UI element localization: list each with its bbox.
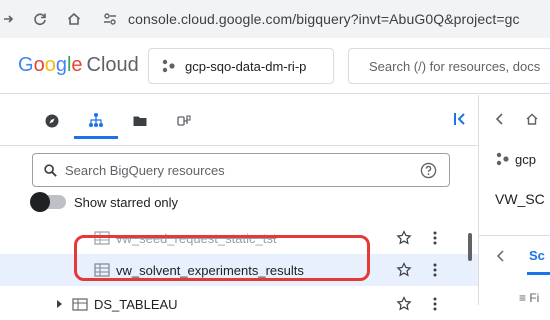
global-search-placeholder: Search (/) for resources, docs: [369, 58, 541, 74]
address-bar-url[interactable]: console.cloud.google.com/bigquery?invt=A…: [128, 11, 520, 27]
expand-arrow-icon[interactable]: [54, 299, 64, 309]
more-options-icon[interactable]: [432, 296, 438, 312]
details-title: VW_SC: [495, 191, 545, 207]
star-icon[interactable]: [396, 262, 412, 278]
browser-toolbar: console.cloud.google.com/bigquery?invt=A…: [0, 0, 550, 38]
chevron-left-icon[interactable]: [495, 249, 507, 263]
folder-icon[interactable]: [118, 103, 162, 139]
pipelines-icon[interactable]: [162, 103, 206, 139]
explorer-tabs: [30, 103, 206, 139]
back-arrow-icon[interactable]: [493, 112, 507, 126]
details-project-name: gcp: [515, 151, 536, 167]
home-icon[interactable]: [62, 7, 86, 31]
explorer-tree-icon[interactable]: [74, 103, 118, 139]
collapse-panel-icon[interactable]: [450, 109, 470, 129]
show-starred-toggle-row[interactable]: Show starred only: [30, 191, 179, 213]
google-cloud-logo[interactable]: Google Cloud: [18, 54, 139, 77]
show-starred-label: Show starred only: [74, 194, 179, 210]
star-icon[interactable]: [396, 230, 412, 246]
help-icon[interactable]: [420, 162, 437, 179]
resource-search-input[interactable]: Search BigQuery resources: [32, 153, 450, 187]
toggle-knob: [30, 192, 50, 212]
search-icon: [44, 163, 57, 177]
home-icon[interactable]: [525, 112, 539, 126]
resource-search-placeholder: Search BigQuery resources: [65, 162, 225, 178]
annotation-highlight: [74, 235, 370, 281]
reload-icon[interactable]: [28, 7, 52, 31]
project-icon: [162, 59, 175, 73]
filter-label[interactable]: ≡ Fi: [519, 291, 539, 305]
dataset-name: DS_TABLEAU: [94, 296, 178, 312]
star-icon[interactable]: [396, 296, 412, 312]
details-toolbar: [479, 95, 550, 143]
details-panel: gcp VW_SC Sc ≡ Fi: [478, 95, 550, 305]
active-tab-indicator: [527, 272, 550, 275]
tab-schema[interactable]: Sc: [529, 248, 545, 263]
global-search-input[interactable]: Search (/) for resources, docs: [348, 48, 550, 84]
project-picker-button[interactable]: gcp-sqo-data-dm-ri-p: [148, 48, 334, 84]
explorer-panel: Search BigQuery resources Show starred o…: [0, 95, 478, 312]
list-item-content: DS_TABLEAU: [54, 297, 178, 312]
details-tabs: Sc: [479, 235, 550, 275]
divider: [0, 145, 478, 146]
list-item[interactable]: DS_TABLEAU: [0, 288, 478, 320]
compass-icon[interactable]: [30, 103, 74, 139]
scrollbar-thumb[interactable]: [468, 233, 472, 261]
site-settings-icon[interactable]: [98, 7, 122, 31]
project-name: gcp-sqo-data-dm-ri-p: [185, 58, 307, 74]
project-icon: [496, 152, 509, 166]
details-project[interactable]: gcp: [495, 151, 536, 167]
app-header: Google Cloud gcp-sqo-data-dm-ri-p Search …: [0, 38, 550, 94]
show-starred-toggle[interactable]: [30, 192, 66, 212]
forward-icon[interactable]: [0, 7, 20, 31]
dataset-icon: [72, 298, 88, 311]
more-options-icon[interactable]: [432, 230, 438, 246]
more-options-icon[interactable]: [432, 262, 438, 278]
